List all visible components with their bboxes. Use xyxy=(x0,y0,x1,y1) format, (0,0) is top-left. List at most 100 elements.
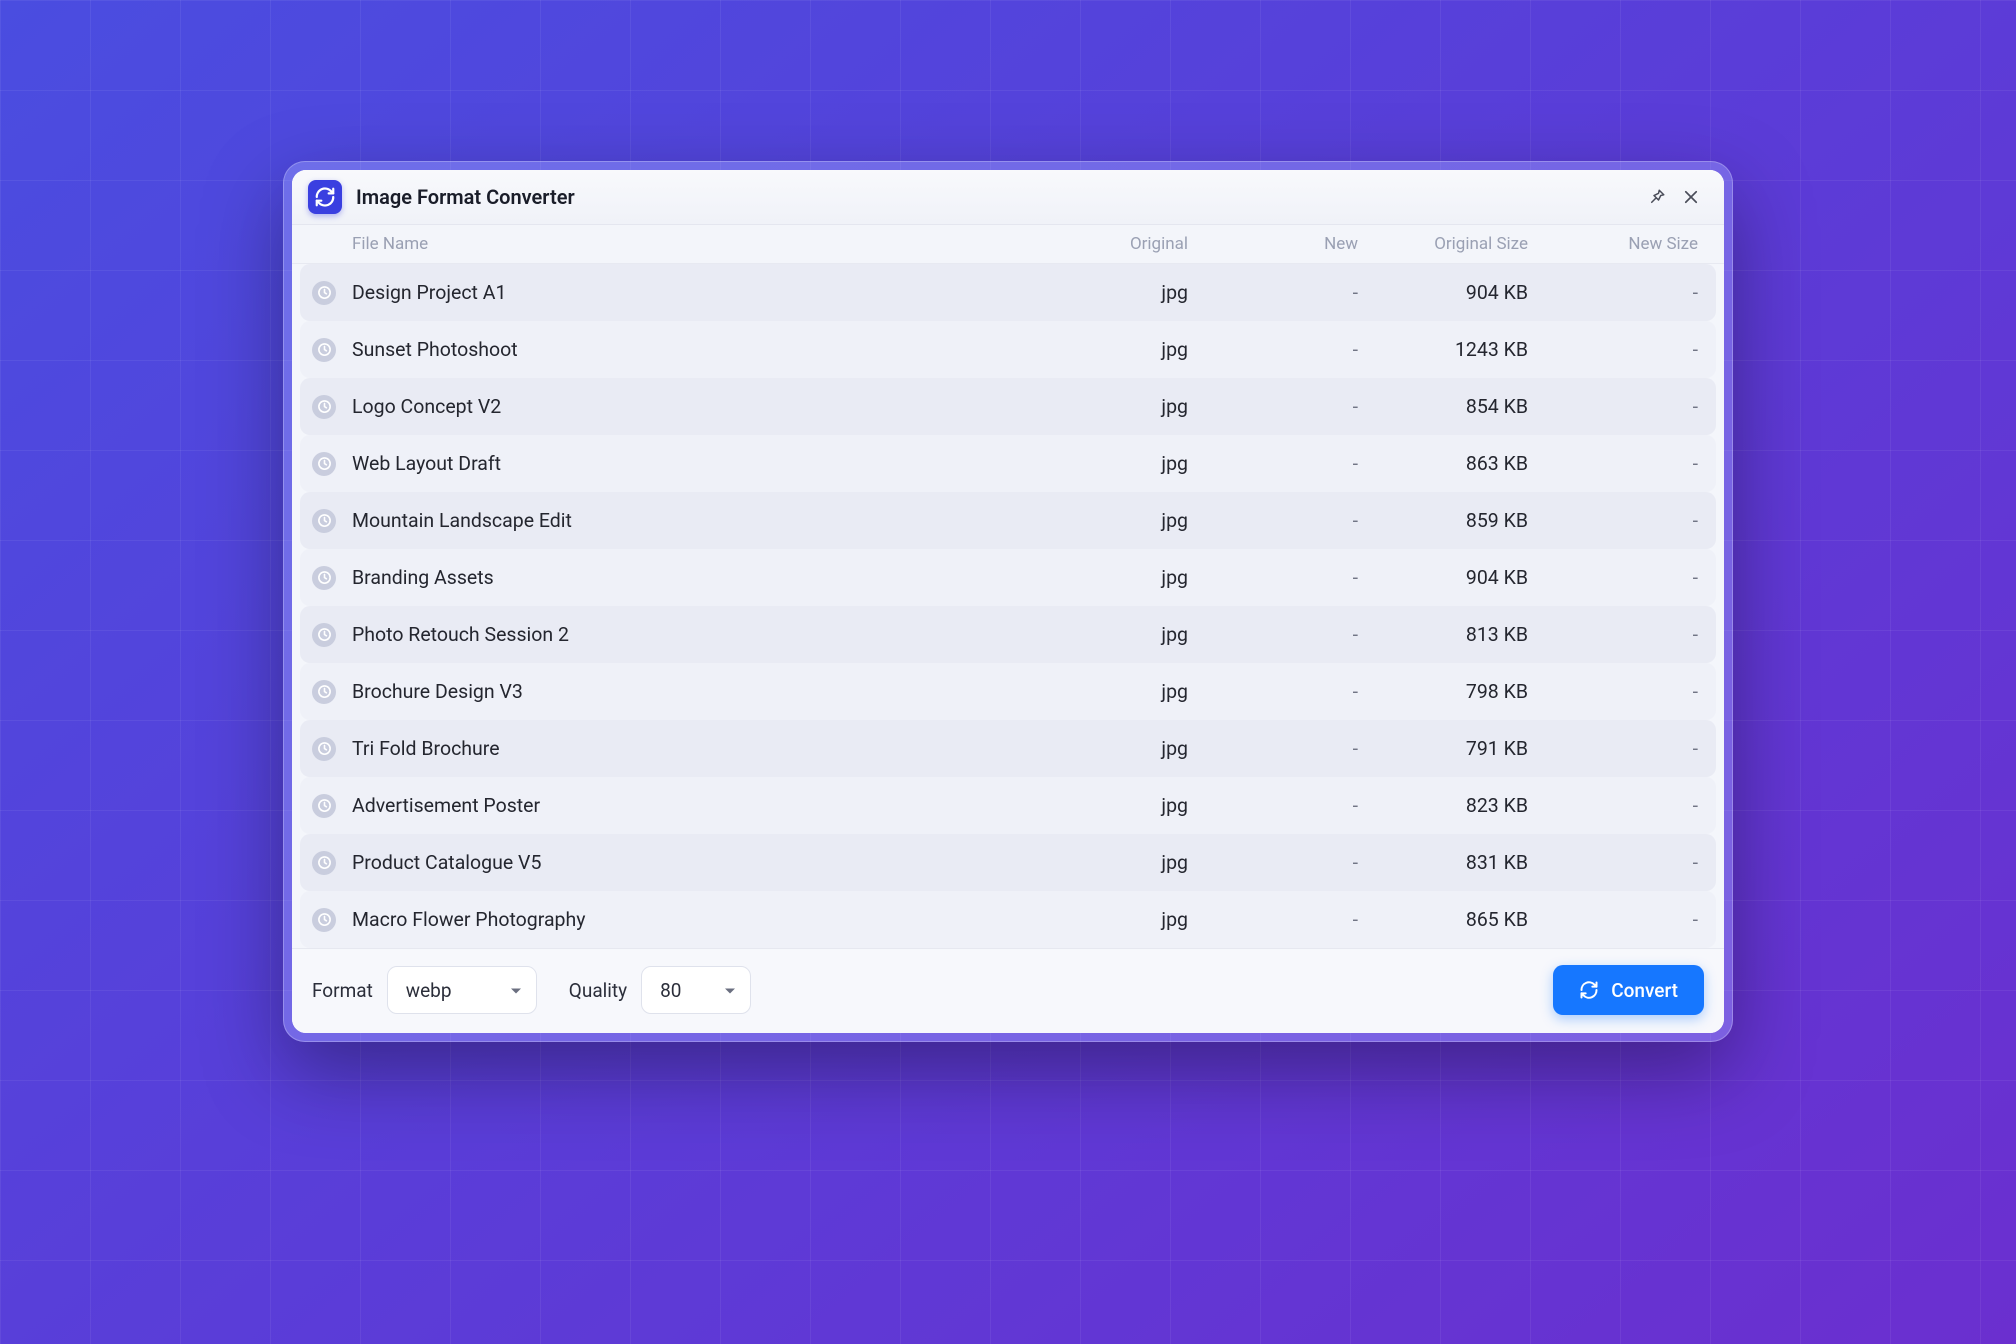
footer: Format webp Quality 80 xyxy=(292,948,1724,1033)
table-header: File Name Original New Original Size New… xyxy=(292,225,1724,264)
table-row[interactable]: Tri Fold Brochurejpg-791 KB- xyxy=(300,720,1716,777)
new-format-cell: - xyxy=(1194,338,1364,361)
quality-select[interactable]: 80 xyxy=(641,966,751,1014)
file-name-cell: Mountain Landscape Edit xyxy=(346,509,1024,532)
quality-select-value: 80 xyxy=(660,979,681,1002)
status-icon-cell xyxy=(302,908,346,932)
new-format-cell: - xyxy=(1194,794,1364,817)
new-size-cell: - xyxy=(1534,680,1704,703)
table-row[interactable]: Photo Retouch Session 2jpg-813 KB- xyxy=(300,606,1716,663)
table-row[interactable]: Product Catalogue V5jpg-831 KB- xyxy=(300,834,1716,891)
file-name-cell: Photo Retouch Session 2 xyxy=(346,623,1024,646)
status-icon-cell xyxy=(302,737,346,761)
pin-button[interactable] xyxy=(1640,180,1674,214)
original-size-cell: 791 KB xyxy=(1364,737,1534,760)
original-size-cell: 854 KB xyxy=(1364,395,1534,418)
table-row[interactable]: Mountain Landscape Editjpg-859 KB- xyxy=(300,492,1716,549)
clock-icon xyxy=(312,908,336,932)
table-row[interactable]: Brochure Design V3jpg-798 KB- xyxy=(300,663,1716,720)
new-format-cell: - xyxy=(1194,395,1364,418)
app-title: Image Format Converter xyxy=(356,185,575,209)
new-size-cell: - xyxy=(1534,908,1704,931)
quality-label: Quality xyxy=(569,979,627,1002)
status-icon-cell xyxy=(302,794,346,818)
table-row[interactable]: Design Project A1jpg-904 KB- xyxy=(300,264,1716,321)
format-select[interactable]: webp xyxy=(387,966,537,1014)
clock-icon xyxy=(312,623,336,647)
table-body: Design Project A1jpg-904 KB-Sunset Photo… xyxy=(292,264,1724,948)
clock-icon xyxy=(312,452,336,476)
status-icon-cell xyxy=(302,338,346,362)
original-format-cell: jpg xyxy=(1024,737,1194,760)
table-row[interactable]: Branding Assetsjpg-904 KB- xyxy=(300,549,1716,606)
original-size-cell: 859 KB xyxy=(1364,509,1534,532)
status-icon-cell xyxy=(302,851,346,875)
new-format-cell: - xyxy=(1194,680,1364,703)
original-size-cell: 865 KB xyxy=(1364,908,1534,931)
status-icon-cell xyxy=(302,395,346,419)
original-size-cell: 831 KB xyxy=(1364,851,1534,874)
table-row[interactable]: Web Layout Draftjpg-863 KB- xyxy=(300,435,1716,492)
format-label: Format xyxy=(312,979,373,1002)
new-size-cell: - xyxy=(1534,281,1704,304)
original-format-cell: jpg xyxy=(1024,908,1194,931)
new-format-cell: - xyxy=(1194,509,1364,532)
original-format-cell: jpg xyxy=(1024,794,1194,817)
original-size-cell: 823 KB xyxy=(1364,794,1534,817)
convert-button[interactable]: Convert xyxy=(1553,965,1704,1015)
app-window: Image Format Converter File Name Origina… xyxy=(292,170,1724,1033)
status-icon-cell xyxy=(302,452,346,476)
clock-icon xyxy=(312,851,336,875)
original-format-cell: jpg xyxy=(1024,395,1194,418)
col-original: Original xyxy=(1024,234,1194,254)
file-name-cell: Sunset Photoshoot xyxy=(346,338,1024,361)
new-size-cell: - xyxy=(1534,851,1704,874)
original-size-cell: 863 KB xyxy=(1364,452,1534,475)
status-icon-cell xyxy=(302,281,346,305)
original-format-cell: jpg xyxy=(1024,623,1194,646)
status-icon-cell xyxy=(302,566,346,590)
original-size-cell: 813 KB xyxy=(1364,623,1534,646)
original-format-cell: jpg xyxy=(1024,338,1194,361)
table-row[interactable]: Advertisement Posterjpg-823 KB- xyxy=(300,777,1716,834)
col-new-size: New Size xyxy=(1534,234,1704,254)
file-name-cell: Branding Assets xyxy=(346,566,1024,589)
clock-icon xyxy=(312,566,336,590)
close-button[interactable] xyxy=(1674,180,1708,214)
original-format-cell: jpg xyxy=(1024,680,1194,703)
original-format-cell: jpg xyxy=(1024,566,1194,589)
chevron-down-icon xyxy=(510,979,522,1002)
refresh-icon xyxy=(1579,980,1599,1000)
clock-icon xyxy=(312,737,336,761)
new-format-cell: - xyxy=(1194,851,1364,874)
new-size-cell: - xyxy=(1534,623,1704,646)
app-icon xyxy=(308,180,342,214)
clock-icon xyxy=(312,794,336,818)
new-format-cell: - xyxy=(1194,623,1364,646)
table-row[interactable]: Sunset Photoshootjpg-1243 KB- xyxy=(300,321,1716,378)
file-name-cell: Macro Flower Photography xyxy=(346,908,1024,931)
pin-icon xyxy=(1648,188,1666,206)
convert-button-label: Convert xyxy=(1611,979,1678,1002)
status-icon-cell xyxy=(302,509,346,533)
window-frame: Image Format Converter File Name Origina… xyxy=(283,161,1733,1042)
new-size-cell: - xyxy=(1534,794,1704,817)
clock-icon xyxy=(312,395,336,419)
chevron-down-icon xyxy=(724,979,736,1002)
new-size-cell: - xyxy=(1534,395,1704,418)
new-format-cell: - xyxy=(1194,452,1364,475)
titlebar: Image Format Converter xyxy=(292,170,1724,225)
status-icon-cell xyxy=(302,623,346,647)
file-name-cell: Advertisement Poster xyxy=(346,794,1024,817)
table-row[interactable]: Macro Flower Photographyjpg-865 KB- xyxy=(300,891,1716,948)
new-format-cell: - xyxy=(1194,908,1364,931)
new-format-cell: - xyxy=(1194,737,1364,760)
original-size-cell: 1243 KB xyxy=(1364,338,1534,361)
new-size-cell: - xyxy=(1534,338,1704,361)
original-format-cell: jpg xyxy=(1024,851,1194,874)
file-name-cell: Product Catalogue V5 xyxy=(346,851,1024,874)
table-row[interactable]: Logo Concept V2jpg-854 KB- xyxy=(300,378,1716,435)
file-name-cell: Web Layout Draft xyxy=(346,452,1024,475)
new-size-cell: - xyxy=(1534,737,1704,760)
new-format-cell: - xyxy=(1194,281,1364,304)
